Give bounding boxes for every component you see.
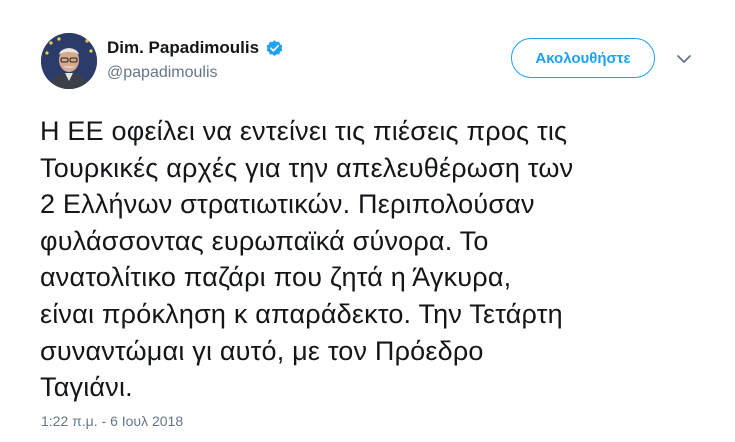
avatar-image: [41, 33, 97, 89]
tweet-text-line: Ταγιάνι.: [40, 372, 133, 403]
tweet-timestamp[interactable]: 1:22 π.μ. - 6 Ιουλ 2018: [41, 413, 183, 429]
tweet-text-line: ανατολίτικο παζάρι που ζητά η Άγκυρα,: [40, 262, 512, 293]
tweet-text-line: φυλάσσοντας ευρωπαϊκά σύνορα. Το: [40, 225, 489, 256]
follow-button[interactable]: Ακολουθήστε: [511, 38, 655, 78]
tweet-text-line: συναντώμαι γι αυτό, με τον Πρόεδρο: [40, 335, 484, 366]
tweet-text-line: Τουρκικές αρχές για την απελευθέρωση των: [40, 152, 574, 183]
author-handle[interactable]: @papadimoulis: [107, 64, 218, 82]
chevron-down-icon[interactable]: [676, 52, 692, 66]
tweet-text-line: Η ΕΕ οφείλει να εντείνει τις πιέσεις προ…: [40, 116, 568, 146]
tweet-text-line: είναι πρόκληση κ απαράδεκτο. Την Τετάρτη: [40, 298, 563, 329]
tweet-text-line: 2 Ελλήνων στρατιωτικών. Περιπολούσαν: [40, 189, 535, 220]
author-name[interactable]: Dim. Papadimoulis: [107, 38, 284, 58]
author-display-name[interactable]: Dim. Papadimoulis: [107, 38, 259, 58]
tweet-text: Η ΕΕ οφείλει να εντείνει τις πιέσεις προ…: [40, 113, 720, 406]
verified-badge-icon: [266, 39, 283, 56]
avatar[interactable]: [41, 33, 97, 89]
